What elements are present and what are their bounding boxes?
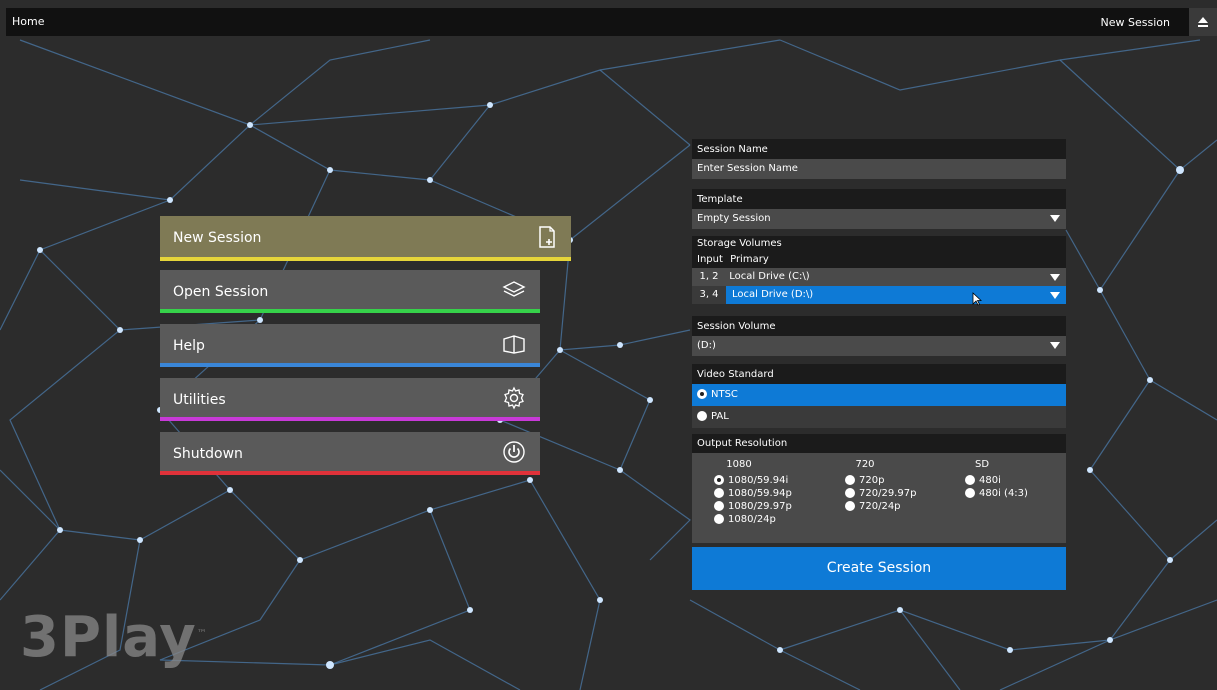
- template-select[interactable]: Empty Session: [692, 209, 1066, 229]
- current-page-label: New Session: [1100, 16, 1170, 29]
- power-icon: [503, 441, 525, 463]
- res-option[interactable]: 480i (4:3): [965, 487, 1055, 500]
- storage-section: Storage Volumes Input Primary 1, 2 Local…: [692, 236, 1066, 304]
- create-session-button[interactable]: Create Session: [692, 547, 1066, 590]
- open-session-button[interactable]: Open Session: [160, 270, 540, 313]
- radio-selected-icon: [697, 389, 707, 399]
- video-option-pal[interactable]: PAL: [692, 406, 1066, 428]
- res-col-head: SD: [974, 459, 990, 470]
- radio-icon: [697, 411, 707, 421]
- storage-row-drive: Local Drive (D:\): [732, 289, 814, 300]
- storage-col-input: Input: [697, 254, 723, 265]
- session-volume-section: Session Volume (D:): [692, 316, 1066, 356]
- template-section: Template Empty Session: [692, 189, 1066, 229]
- radio-icon: [845, 501, 855, 511]
- res-col-1080: 1080 1080/59.94i 1080/59.94p 1080/29.97p…: [714, 459, 804, 526]
- video-standard-label: Video Standard: [692, 364, 1066, 384]
- session-volume-select[interactable]: (D:): [692, 336, 1066, 356]
- res-col-sd: SD 480i 480i (4:3): [965, 459, 1055, 500]
- radio-icon: [845, 475, 855, 485]
- res-option-label: 1080/24p: [728, 514, 776, 525]
- res-col-head: 1080: [726, 459, 752, 470]
- help-button[interactable]: Help: [160, 324, 540, 367]
- res-option-label: 480i: [979, 475, 1001, 486]
- template-value: Empty Session: [697, 213, 771, 224]
- storage-row[interactable]: 1, 2 Local Drive (C:\): [692, 268, 1066, 286]
- video-option-label: NTSC: [711, 389, 738, 400]
- radio-icon: [965, 475, 975, 485]
- storage-row-drive-selected: Local Drive (D:\): [726, 286, 1066, 304]
- video-option-label: PAL: [711, 411, 729, 422]
- chevron-down-icon: [1050, 342, 1060, 349]
- radio-icon: [714, 501, 724, 511]
- logo-trademark: ™: [196, 628, 208, 640]
- new-session-button[interactable]: New Session: [160, 216, 571, 261]
- output-resolution-options: 1080 1080/59.94i 1080/59.94p 1080/29.97p…: [692, 453, 1066, 543]
- storage-row-input: 1, 2: [699, 271, 719, 282]
- radio-selected-icon: [714, 475, 724, 485]
- res-option[interactable]: 1080/59.94p: [714, 487, 804, 500]
- res-option-label: 720/29.97p: [859, 488, 917, 499]
- template-label: Template: [692, 189, 1066, 209]
- eject-button[interactable]: [1189, 8, 1217, 36]
- radio-icon: [965, 488, 975, 498]
- chevron-down-icon: [1050, 292, 1060, 299]
- output-resolution-label: Output Resolution: [692, 434, 1066, 453]
- utilities-button[interactable]: Utilities: [160, 378, 540, 421]
- res-option-label: 1080/29.97p: [728, 501, 792, 512]
- home-link[interactable]: Home: [12, 15, 44, 28]
- res-option-label: 480i (4:3): [979, 488, 1028, 499]
- storage-col-primary: Primary: [730, 254, 769, 265]
- video-option-ntsc[interactable]: NTSC: [692, 384, 1066, 406]
- session-name-section: Session Name Enter Session Name: [692, 139, 1066, 179]
- res-option[interactable]: 1080/24p: [714, 513, 804, 526]
- video-standard-section: Video Standard NTSC PAL: [692, 364, 1066, 428]
- res-option-label: 720/24p: [859, 501, 901, 512]
- book-icon: [503, 335, 525, 354]
- res-option[interactable]: 1080/59.94i: [714, 474, 804, 487]
- help-label: Help: [173, 338, 205, 354]
- session-volume-value: (D:): [697, 340, 716, 351]
- storage-row-drive: Local Drive (C:\): [729, 271, 810, 282]
- chevron-down-icon: [1050, 274, 1060, 281]
- new-session-label: New Session: [173, 230, 262, 246]
- radio-icon: [714, 514, 724, 524]
- session-volume-label: Session Volume: [692, 316, 1066, 336]
- res-option-label: 1080/59.94p: [728, 488, 792, 499]
- res-option[interactable]: 720p: [845, 474, 945, 487]
- gear-icon: [504, 386, 524, 410]
- res-col-head: 720: [855, 459, 875, 470]
- shutdown-label: Shutdown: [173, 446, 243, 462]
- new-document-icon: [539, 226, 555, 248]
- res-option[interactable]: 1080/29.97p: [714, 500, 804, 513]
- chevron-down-icon: [1050, 215, 1060, 222]
- storage-row[interactable]: 3, 4 Local Drive (D:\): [692, 286, 1066, 304]
- logo-text: 3Play: [20, 605, 197, 670]
- res-option[interactable]: 720/29.97p: [845, 487, 945, 500]
- res-col-720: 720 720p 720/29.97p 720/24p: [845, 459, 945, 513]
- open-session-label: Open Session: [173, 284, 269, 300]
- res-option-label: 720p: [859, 475, 885, 486]
- session-name-input[interactable]: Enter Session Name: [692, 159, 1066, 179]
- eject-icon: [1198, 17, 1208, 27]
- res-option[interactable]: 720/24p: [845, 500, 945, 513]
- open-layers-icon: [502, 281, 526, 297]
- mouse-cursor-icon: [972, 292, 982, 306]
- storage-label: Storage Volumes: [692, 236, 1066, 252]
- res-option[interactable]: 480i: [965, 474, 1055, 487]
- storage-row-input: 3, 4: [699, 289, 719, 300]
- storage-columns: Input Primary: [692, 252, 1066, 268]
- shutdown-button[interactable]: Shutdown: [160, 432, 540, 475]
- session-name-label: Session Name: [692, 139, 1066, 159]
- res-option-label: 1080/59.94i: [728, 475, 789, 486]
- top-bar: Home New Session: [6, 8, 1217, 36]
- 3play-logo: 3Play™: [20, 605, 208, 670]
- radio-icon: [845, 488, 855, 498]
- utilities-label: Utilities: [173, 392, 226, 408]
- output-resolution-header: Output Resolution: [692, 434, 1066, 453]
- radio-icon: [714, 488, 724, 498]
